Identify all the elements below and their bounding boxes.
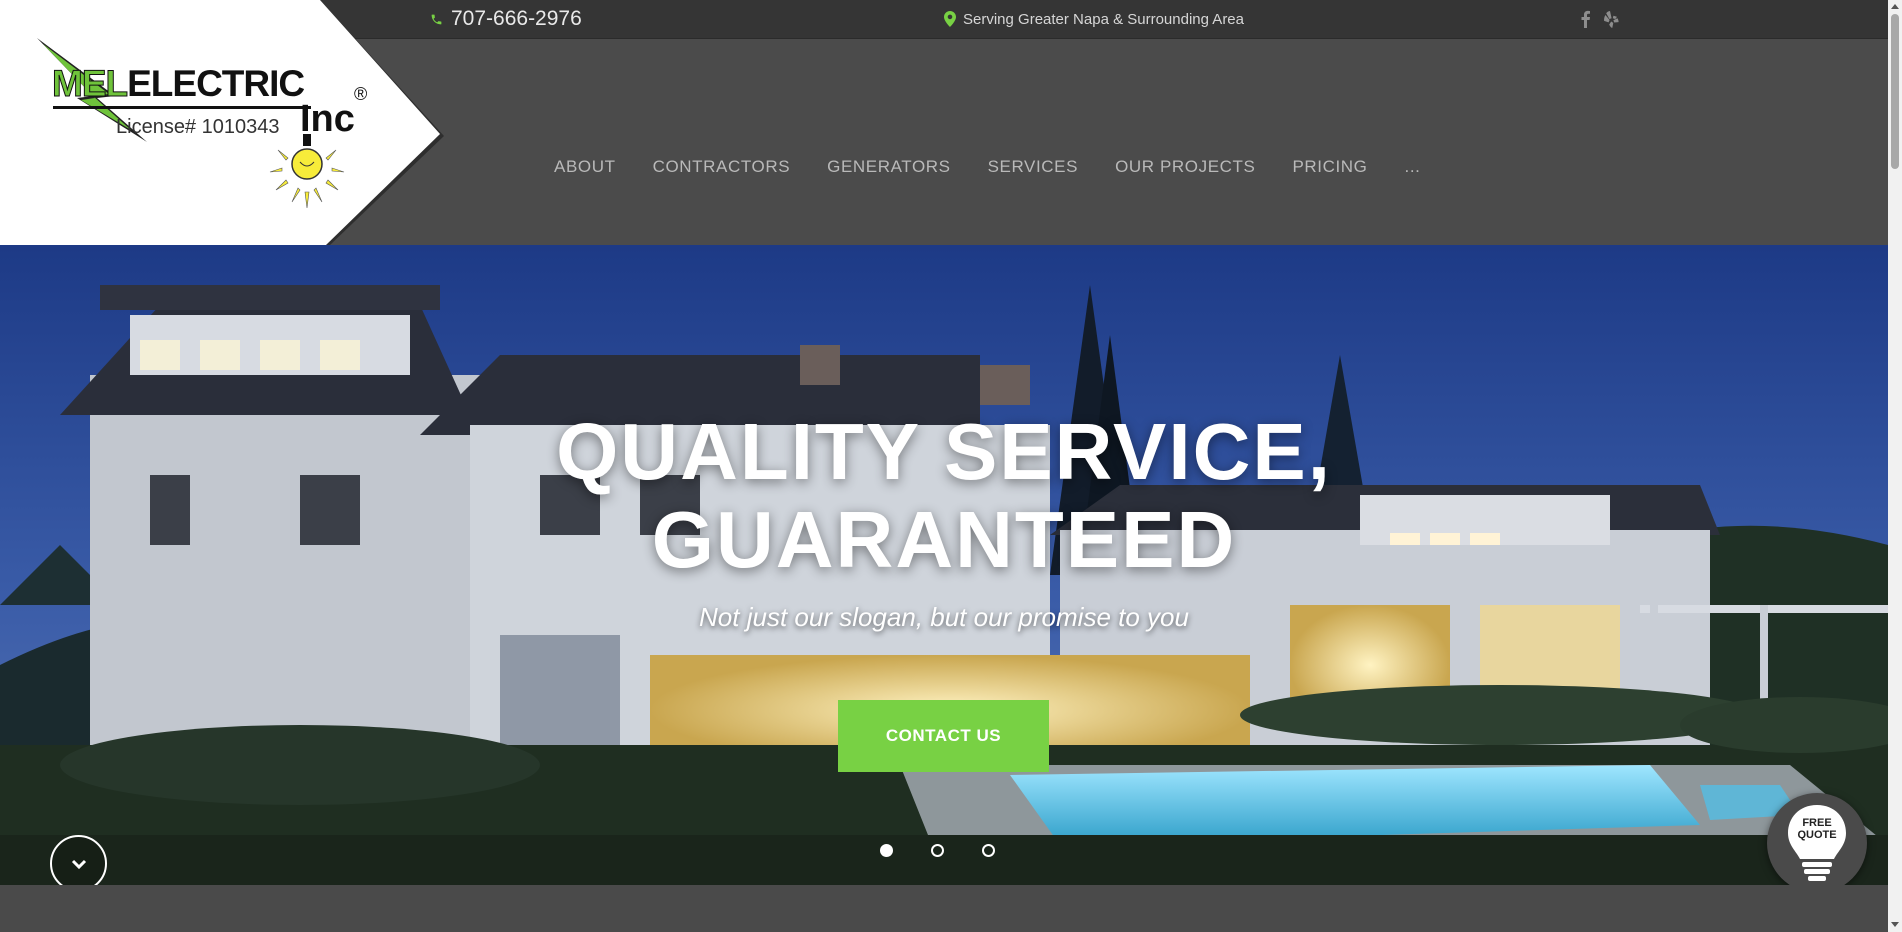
next-section-strip	[0, 885, 1888, 932]
nav-generators[interactable]: GENERATORS	[827, 157, 950, 177]
chevron-down-icon	[71, 859, 86, 869]
hero-subtitle: Not just our slogan, but our promise to …	[699, 602, 1189, 632]
scroll-down-button[interactable]	[50, 835, 107, 892]
logo-registered: ®	[354, 84, 368, 104]
site-logo[interactable]: MELELECTRIC License# 1010343 Inc ®	[0, 0, 460, 245]
service-area: Serving Greater Napa & Surrounding Area	[944, 0, 1244, 38]
main-nav: ABOUT CONTRACTORS GENERATORS SERVICES OU…	[554, 157, 1420, 177]
service-area-text: Serving Greater Napa & Surrounding Area	[963, 10, 1244, 28]
nav-our-projects[interactable]: OUR PROJECTS	[1115, 157, 1255, 177]
hero-slider: QUALITY SERVICE, GUARANTEED Not just our…	[0, 245, 1888, 885]
logo-container: MELELECTRIC License# 1010343 Inc ®	[0, 0, 460, 245]
nav-services[interactable]: SERVICES	[988, 157, 1078, 177]
map-pin-icon	[944, 11, 956, 27]
slider-dot-2[interactable]	[931, 844, 944, 857]
scroll-down-arrow[interactable]	[1891, 922, 1899, 927]
slider-dots	[880, 844, 995, 857]
light-bulb-icon	[269, 134, 345, 209]
nav-contractors[interactable]: CONTRACTORS	[653, 157, 791, 177]
slider-dot-1[interactable]	[880, 844, 893, 857]
hero-title-line-1: QUALITY SERVICE,	[556, 407, 1332, 496]
hero-title-line-2: GUARANTEED	[651, 495, 1237, 584]
yelp-icon[interactable]	[1603, 10, 1621, 29]
nav-pricing[interactable]: PRICING	[1292, 157, 1367, 177]
scroll-up-arrow[interactable]	[1891, 4, 1899, 9]
nav-about[interactable]: ABOUT	[554, 157, 616, 177]
logo-mel: MEL	[51, 63, 128, 104]
page-scrollbar[interactable]	[1888, 0, 1902, 932]
free-quote-line-2: QUOTE	[1797, 829, 1837, 841]
logo-license: License# 1010343	[116, 116, 280, 138]
free-quote-button[interactable]: FREE QUOTE	[1767, 793, 1867, 893]
facebook-icon[interactable]	[1580, 10, 1591, 28]
free-quote-label: FREE QUOTE	[1767, 817, 1867, 841]
scrollbar-thumb[interactable]	[1891, 14, 1899, 169]
nav-more[interactable]: ...	[1405, 157, 1421, 177]
contact-us-button[interactable]: CONTACT US	[838, 700, 1049, 772]
logo-electric: ELECTRIC	[127, 63, 305, 104]
social-links	[1580, 0, 1621, 38]
phone-number[interactable]: 707-666-2976	[451, 7, 582, 31]
hero-title: QUALITY SERVICE, GUARANTEED	[0, 408, 1888, 584]
free-quote-line-1: FREE	[1802, 817, 1832, 829]
light-bulb-icon	[1788, 805, 1846, 881]
slider-dot-3[interactable]	[982, 844, 995, 857]
